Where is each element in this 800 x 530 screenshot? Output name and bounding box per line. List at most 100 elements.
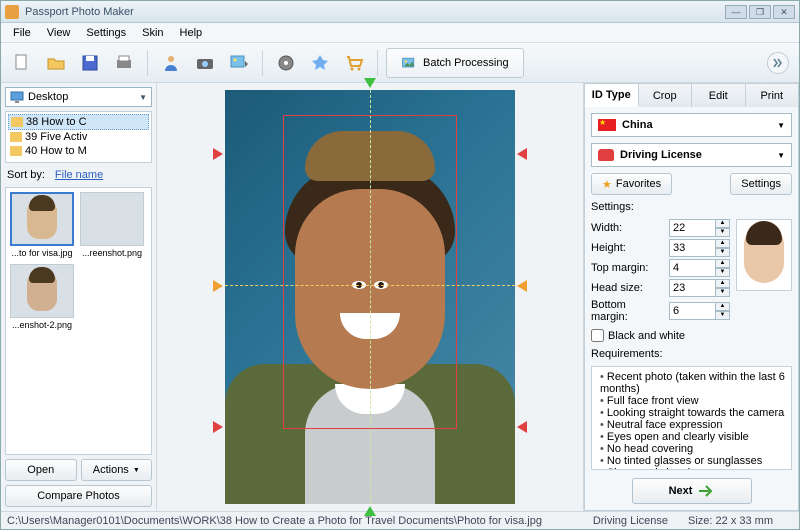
spin-down-icon[interactable]: ▼	[716, 228, 730, 237]
folder-label: 38 How to C	[26, 116, 87, 128]
height-input[interactable]	[669, 239, 716, 257]
left-red-marker-2-icon[interactable]	[213, 421, 223, 433]
folder-item[interactable]: 40 How to M	[8, 144, 149, 158]
head-size-spinner[interactable]: ▲▼	[669, 279, 730, 297]
actions-button[interactable]: Actions▼	[81, 459, 153, 481]
folder-item[interactable]: 39 Five Activ	[8, 130, 149, 144]
favorites-button[interactable]: ★ Favorites	[591, 173, 672, 195]
sample-photo	[736, 219, 792, 291]
settings-block: Width:▲▼ Height:▲▼ Top margin:▲▼ Head si…	[591, 219, 792, 323]
bottom-margin-input[interactable]	[669, 302, 716, 320]
spin-up-icon[interactable]: ▲	[716, 259, 730, 268]
image-dropdown-icon[interactable]	[224, 48, 254, 78]
doc-type-dropdown[interactable]: Driving License ▼	[591, 143, 792, 167]
thumbnail[interactable]: ...to for visa.jpg	[10, 192, 74, 258]
spin-up-icon[interactable]: ▲	[716, 279, 730, 288]
sort-link[interactable]: File name	[55, 169, 103, 181]
editor-canvas[interactable]	[157, 83, 583, 511]
print-icon[interactable]	[109, 48, 139, 78]
spin-down-icon[interactable]: ▼	[716, 248, 730, 257]
requirements-list: Recent photo (taken within the last 6 mo…	[598, 371, 785, 470]
spin-up-icon[interactable]: ▲	[716, 239, 730, 248]
spin-up-icon[interactable]: ▲	[716, 219, 730, 228]
next-row: Next	[591, 476, 792, 504]
location-label: Desktop	[28, 91, 68, 103]
spin-down-icon[interactable]: ▼	[716, 288, 730, 297]
compare-photos-button[interactable]: Compare Photos	[5, 485, 152, 507]
top-margin-row: Top margin:▲▼	[591, 259, 730, 277]
person-icon[interactable]	[156, 48, 186, 78]
close-button[interactable]: ✕	[773, 5, 795, 19]
app-window: Passport Photo Maker — ❐ ✕ File View Set…	[0, 0, 800, 530]
width-spinner[interactable]: ▲▼	[669, 219, 730, 237]
country-dropdown[interactable]: China ▼	[591, 113, 792, 137]
menu-settings[interactable]: Settings	[78, 25, 134, 41]
req-item: No tinted glasses or sunglasses	[600, 455, 785, 467]
bw-row: Black and white	[591, 329, 792, 342]
effects-icon[interactable]	[271, 48, 301, 78]
spin-down-icon[interactable]: ▼	[716, 311, 730, 320]
req-item: Eyes open and clearly visible	[600, 431, 785, 443]
location-combo[interactable]: Desktop ▼	[5, 87, 152, 107]
thumbnail-grid: ...to for visa.jpg ...reenshot.png ...en…	[5, 187, 152, 455]
width-row: Width:▲▼	[591, 219, 730, 237]
menu-help[interactable]: Help	[172, 25, 211, 41]
tab-print[interactable]: Print	[746, 83, 800, 107]
left-red-marker-icon[interactable]	[213, 148, 223, 160]
left-orange-marker-icon[interactable]	[213, 280, 223, 292]
menu-file[interactable]: File	[5, 25, 39, 41]
separator	[262, 50, 263, 76]
width-input[interactable]	[669, 219, 716, 237]
folder-item[interactable]: 38 How to C	[8, 114, 149, 130]
folder-tree[interactable]: 38 How to C 39 Five Activ 40 How to M	[5, 111, 152, 163]
car-icon	[598, 149, 614, 161]
new-icon[interactable]	[7, 48, 37, 78]
minimize-button[interactable]: —	[725, 5, 747, 19]
height-label: Height:	[591, 242, 665, 254]
top-marker-icon[interactable]	[364, 78, 376, 88]
head-size-input[interactable]	[669, 279, 716, 297]
favorites-label: Favorites	[616, 178, 661, 190]
photo	[225, 90, 515, 504]
right-orange-marker-icon[interactable]	[517, 280, 527, 292]
right-red-marker-2-icon[interactable]	[517, 421, 527, 433]
batch-processing-button[interactable]: Batch Processing	[386, 48, 524, 78]
settings-fields: Width:▲▼ Height:▲▼ Top margin:▲▼ Head si…	[591, 219, 730, 323]
batch-label: Batch Processing	[423, 57, 509, 69]
top-margin-spinner[interactable]: ▲▼	[669, 259, 730, 277]
bottom-marker-icon[interactable]	[364, 506, 376, 516]
spin-up-icon[interactable]: ▲	[716, 302, 730, 311]
req-item: Sharp and clear image	[600, 467, 785, 470]
open-folder-icon[interactable]	[41, 48, 71, 78]
cart-icon[interactable]	[339, 48, 369, 78]
settings-button[interactable]: Settings	[730, 173, 792, 195]
expand-right-panel-button[interactable]	[767, 52, 789, 74]
menu-view[interactable]: View	[39, 25, 79, 41]
tab-crop[interactable]: Crop	[639, 83, 693, 107]
camera-icon[interactable]	[190, 48, 220, 78]
folder-icon	[10, 146, 22, 156]
bw-checkbox[interactable]	[591, 329, 604, 342]
maximize-button[interactable]: ❐	[749, 5, 771, 19]
thumbnail[interactable]: ...enshot-2.png	[10, 264, 74, 330]
open-button[interactable]: Open	[5, 459, 77, 481]
bottom-margin-spinner[interactable]: ▲▼	[669, 302, 730, 320]
separator	[147, 50, 148, 76]
top-margin-input[interactable]	[669, 259, 716, 277]
tab-edit[interactable]: Edit	[692, 83, 746, 107]
thumbnail-image	[80, 192, 144, 246]
req-item: Neutral face expression	[600, 419, 785, 431]
next-button[interactable]: Next	[632, 478, 752, 504]
fav-row: ★ Favorites Settings	[591, 173, 792, 195]
save-icon[interactable]	[75, 48, 105, 78]
statusbar: C:\Users\Manager0101\Documents\WORK\38 H…	[1, 511, 799, 529]
star-icon: ★	[602, 178, 612, 191]
adjust-icon[interactable]	[305, 48, 335, 78]
spin-down-icon[interactable]: ▼	[716, 268, 730, 277]
right-red-marker-icon[interactable]	[517, 148, 527, 160]
menu-skin[interactable]: Skin	[134, 25, 171, 41]
height-spinner[interactable]: ▲▼	[669, 239, 730, 257]
thumbnail[interactable]: ...reenshot.png	[80, 192, 144, 258]
tab-id-type[interactable]: ID Type	[584, 83, 639, 107]
chevron-down-icon: ▼	[777, 121, 785, 130]
